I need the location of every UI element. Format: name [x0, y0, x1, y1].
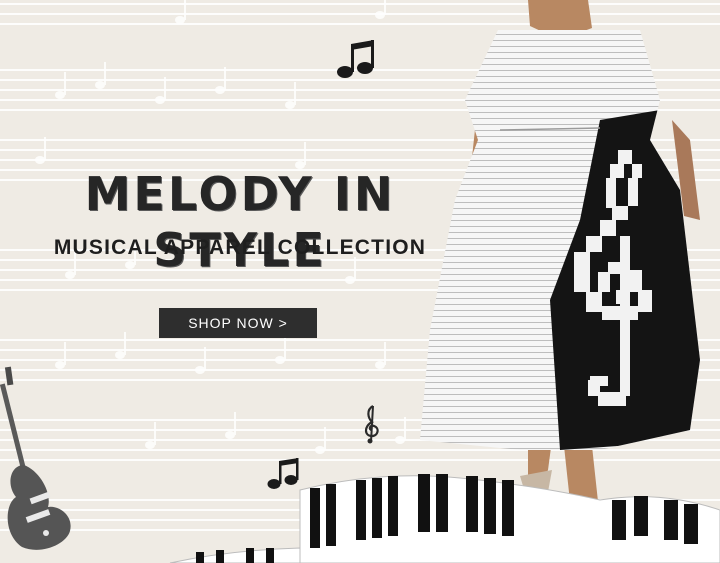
banner-subheadline: MUSICAL APPAREL COLLECTION	[53, 236, 427, 259]
piano-keys-icon	[169, 474, 720, 563]
shop-now-button[interactable]: SHOP NOW >	[159, 308, 317, 338]
music-note-icon	[267, 458, 299, 489]
treble-clef-icon	[364, 405, 379, 444]
guitar-icon	[0, 366, 71, 550]
banner-headline: MELODY IN STYLE	[84, 167, 396, 277]
music-note-icon	[337, 40, 374, 78]
hero-banner[interactable]: MELODY IN STYLE MUSICAL APPAREL COLLECTI…	[0, 0, 720, 563]
